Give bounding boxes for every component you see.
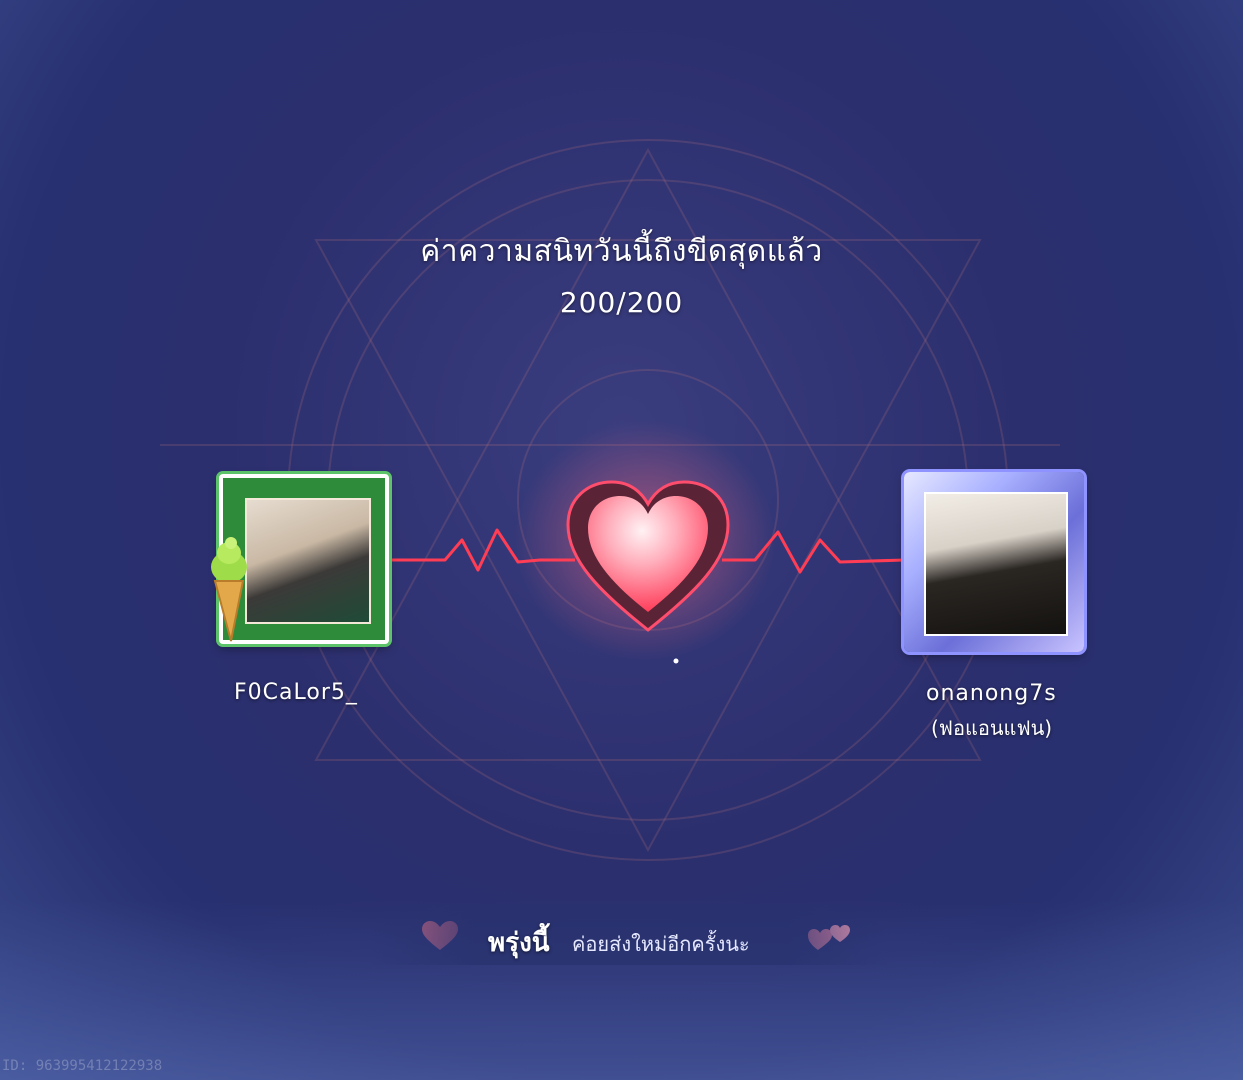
intimacy-score: 200/200 bbox=[559, 286, 684, 319]
ice-cream-icon bbox=[211, 537, 247, 642]
avatar-right[interactable] bbox=[904, 472, 1084, 652]
player-right-name: onanong7s bbox=[926, 681, 1057, 706]
banner-strong-text: พรุ่งนี้ bbox=[488, 928, 550, 958]
avatar-left-photo bbox=[245, 498, 371, 624]
player-right-relation: (ฟอแอนแฟน) bbox=[931, 716, 1053, 740]
user-id-text: ID: 963995412122938 bbox=[2, 1058, 163, 1074]
avatar-right-photo bbox=[924, 492, 1068, 636]
banner-text: ค่อยส่งใหม่อีกครั้งนะ bbox=[572, 932, 750, 956]
intimacy-title: ค่าความสนิทวันนี้ถึงขีดสุดแล้ว bbox=[420, 234, 823, 269]
player-left-name: F0CaLor5_ bbox=[234, 680, 358, 705]
